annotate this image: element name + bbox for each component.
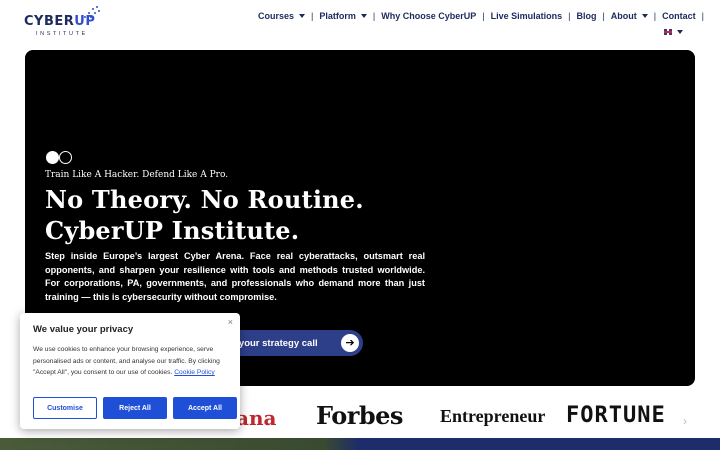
nav-separator: | [482,11,485,21]
nav-separator: | [311,11,314,21]
logo-wordmark: CYBERUP [24,14,96,29]
chevron-down-icon [641,14,648,18]
nav-separator: | [568,11,571,21]
entrepreneur-logo: Entrepreneur [440,406,546,426]
cookie-consent-dialog: × We value your privacy We use cookies t… [20,313,240,429]
hero-tagline: Train Like A Hacker. Defend Like A Pro. [45,170,229,180]
customise-button[interactable]: Customise [33,397,97,419]
reject-all-button[interactable]: Reject All [103,397,167,419]
uk-flag-icon [664,29,672,35]
cookie-policy-link[interactable]: Cookie Policy [174,369,215,376]
chevron-down-icon [299,14,306,18]
nav-separator: | [653,11,657,21]
toggle-dots-icon [46,151,73,164]
cookie-title: We value your privacy [33,324,134,335]
nav-why-choose[interactable]: Why Choose CyberUP [381,11,476,21]
nav-blog[interactable]: Blog [576,11,596,21]
cookie-body: We use cookies to enhance your browsing … [33,346,220,377]
logo-subtitle: INSTITUTE [36,31,88,37]
cta-label: k your strategy call [231,337,318,349]
nav-separator: | [602,11,605,21]
headline-line-2: CyberUP Institute. [45,216,300,245]
main-nav: Courses | Platform | Why Choose CyberUP … [258,10,710,22]
nav-live-simulations[interactable]: Live Simulations [491,11,563,21]
close-icon[interactable]: × [228,317,233,327]
arrow-right-icon: ➔ [341,334,359,352]
nav-separator: | [372,11,376,21]
next-section-preview [0,438,720,450]
site-header: CYBERUP INSTITUTE Courses | Platform | W… [0,0,720,50]
language-selector[interactable] [664,29,683,35]
nav-about[interactable]: About [611,11,648,21]
nav-contact[interactable]: Contact [662,11,696,21]
ansa-logo: ana [236,406,277,430]
chevron-down-icon [677,30,683,34]
fortune-logo: FORTUNE [566,403,666,428]
chevron-down-icon [360,14,367,18]
hero-description: Step inside Europe’s largest Cyber Arena… [45,251,425,302]
chevron-right-icon[interactable]: › [683,414,687,428]
forbes-logo: Forbes [316,401,403,430]
cyberup-logo[interactable]: CYBERUP INSTITUTE [24,6,104,40]
accept-all-button[interactable]: Accept All [173,397,237,419]
nav-separator: | [701,11,704,21]
nav-courses[interactable]: Courses [258,11,306,21]
hero-headline: No Theory. No Routine. CyberUP Institute… [45,184,364,246]
headline-line-1: No Theory. No Routine. [45,185,364,214]
nav-platform[interactable]: Platform [319,11,367,21]
